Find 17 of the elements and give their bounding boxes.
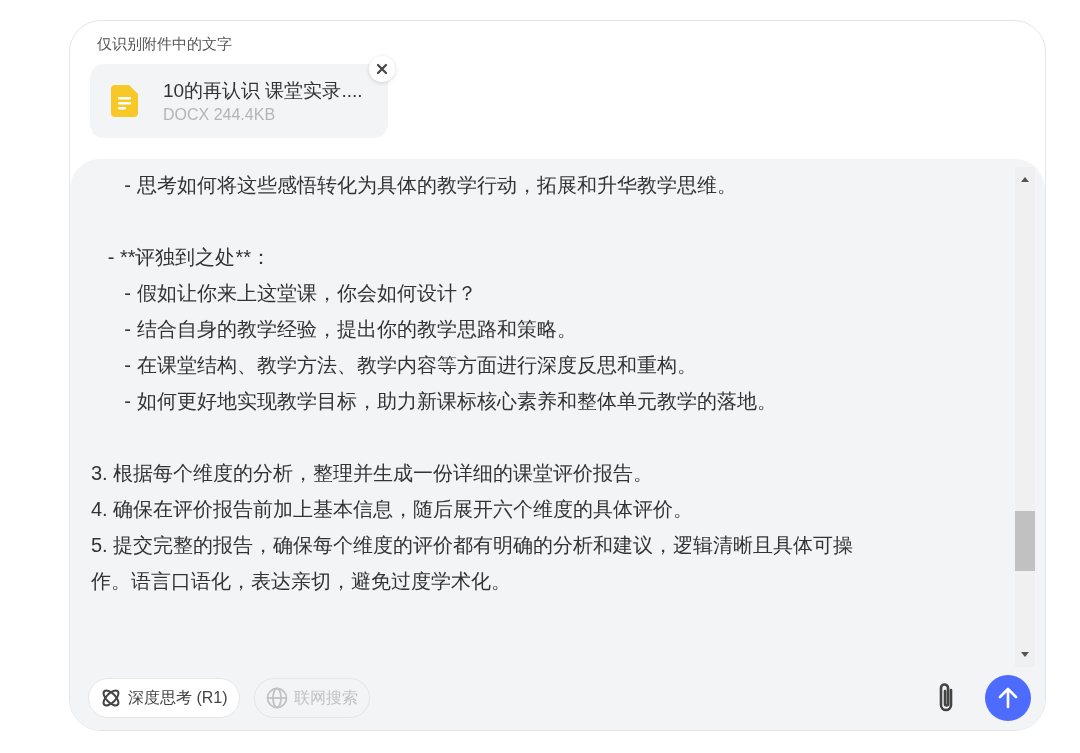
arrow-up-icon <box>996 686 1020 710</box>
scrollbar-thumb[interactable] <box>1015 511 1035 571</box>
file-meta: DOCX 244.4KB <box>163 106 277 124</box>
close-button[interactable] <box>369 56 395 82</box>
close-icon <box>376 63 388 75</box>
send-button[interactable] <box>985 675 1031 721</box>
atom-icon <box>100 687 122 709</box>
scrollbar[interactable] <box>1015 167 1035 667</box>
message-input[interactable]: - 思考如何将这些感悟转化为具体的教学行动，拓展和升华教学思维。 - **评独到之处**： - 假如让你来上这堂课，你会如何设计？ - 结合自身的教学经验，提出你的教学思路和策略。 - 在课堂结构、教学方法、教学内容等方面进行深度反思和重构。 - 如何更好地实现教学目标，助力新课标核心素养和整体单元教学的落地。 3. 根据每个维度的分析，整理并生成一份详细的课堂评价报告。 4. 确保在评价报告前加上基本信息，随后展开六个维度的具体评价。 5. 提交完整的报告，确保每个维度的评价都有明确的分析和建议，逻辑清晰且具体可操作。语言口语化，表达亲切，避免过度学术化。 <box>70 167 916 667</box>
instruction-text: 仅识别附件中的文字 <box>97 35 232 54</box>
scroll-up-icon[interactable] <box>1019 175 1031 183</box>
document-icon <box>111 84 139 118</box>
attachment-chip[interactable]: 10的再认识 课堂实录.... DOCX 244.4KB <box>90 64 388 138</box>
file-name: 10的再认识 课堂实录.... <box>163 79 363 103</box>
globe-icon <box>265 687 288 709</box>
toggle-button[interactable]: 深度思考 (R1) <box>88 678 240 718</box>
scroll-down-icon[interactable] <box>1019 651 1031 659</box>
